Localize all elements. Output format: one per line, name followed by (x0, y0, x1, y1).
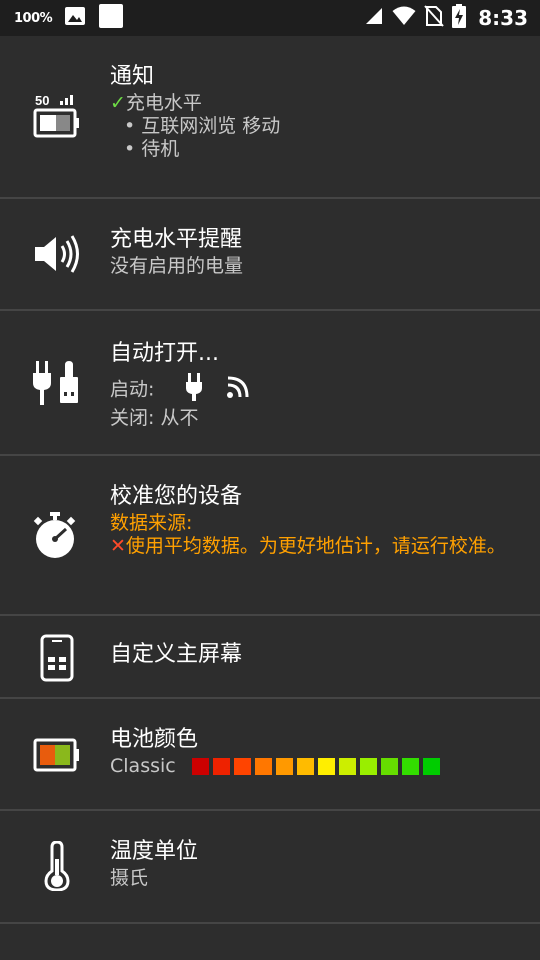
temperature-unit-title: 温度单位 (110, 839, 199, 864)
battery-signal-icon: 50 (32, 91, 82, 145)
battery-charging-icon (452, 4, 467, 32)
square-app-icon (98, 3, 124, 33)
color-swatch (191, 758, 209, 775)
setting-charge-reminder[interactable]: 充电水平提醒 没有启用的电量 (0, 199, 540, 311)
setting-temperature-unit[interactable]: 温度单位 摄氏 (0, 811, 540, 924)
auto-open-title: 自动打开... (110, 341, 219, 366)
home-screen-title: 自定义主屏幕 (110, 642, 243, 667)
clock-time: 8:33 (478, 6, 528, 30)
setting-auto-open[interactable]: 自动打开... 启动: 关闭: 从不 (0, 311, 540, 456)
setting-notification[interactable]: 50 通知 ✓充电水平 • 互联网浏览 移动 • 待机 (0, 36, 540, 199)
speaker-icon (32, 233, 82, 279)
charge-reminder-title: 充电水平提醒 (110, 227, 243, 252)
battery-color-scheme-name: Classic (110, 755, 176, 777)
bullet-text-1: 互联网浏览 移动 (141, 115, 281, 137)
notification-check-item: 充电水平 (125, 92, 202, 114)
color-swatch (254, 758, 272, 775)
color-swatch (380, 758, 398, 775)
charge-reminder-subtitle: 没有启用的电量 (110, 255, 244, 277)
color-swatch (212, 758, 230, 775)
bullet-text-2: 待机 (141, 138, 180, 160)
color-swatch (338, 758, 356, 775)
color-swatch (296, 758, 314, 775)
battery-color-title: 电池颜色 (110, 727, 199, 752)
auto-open-off-label: 关闭: 从不 (110, 407, 199, 429)
notification-bullet-2: • 待机 (124, 138, 180, 160)
signal-icon (364, 6, 384, 30)
setting-home-screen[interactable]: 自定义主屏幕 (0, 616, 540, 699)
notification-title: 通知 (110, 64, 155, 89)
notification-bullet-1: • 互联网浏览 移动 (124, 115, 281, 137)
color-swatch (422, 758, 440, 775)
color-swatch-strip (191, 758, 440, 775)
wifi-icon (392, 6, 416, 30)
check-mark-icon: ✓ (110, 92, 126, 114)
data-source-text: 使用平均数据。为更好地估计，请运行校准。 (125, 535, 506, 557)
setting-calibrate[interactable]: 校准您的设备 数据来源: ✕使用平均数据。为更好地估计，请运行校准。 (0, 456, 540, 616)
status-bar: 100% 8:33 (0, 0, 540, 36)
color-swatch (401, 758, 419, 775)
stopwatch-icon (32, 512, 78, 564)
auto-open-on-line: 启动: (110, 373, 520, 407)
phone-widget-icon (40, 634, 74, 686)
battery-color-icon (32, 737, 82, 777)
temperature-unit-value: 摄氏 (110, 867, 149, 889)
calibrate-title: 校准您的设备 (110, 484, 243, 509)
wireless-icon (226, 375, 250, 405)
no-sim-icon (424, 5, 444, 31)
auto-open-on-label: 启动: (110, 378, 155, 401)
notification-check-line: ✓充电水平 (110, 92, 520, 115)
color-swatch (317, 758, 335, 775)
color-swatch (359, 758, 377, 775)
setting-battery-color[interactable]: 电池颜色 Classic (0, 699, 540, 811)
cross-mark-icon: ✕ (110, 535, 126, 557)
battery-color-line: Classic (110, 755, 520, 778)
svg-text:50: 50 (35, 93, 49, 108)
data-source-label: 数据来源: (110, 512, 193, 534)
thermometer-icon (44, 840, 70, 895)
battery-percent-text: 100% (14, 10, 53, 26)
plug-usb-icon (32, 359, 82, 413)
image-icon (64, 6, 86, 30)
color-swatch (233, 758, 251, 775)
plug-icon (186, 373, 203, 407)
color-swatch (275, 758, 293, 775)
data-source-text-line: ✕使用平均数据。为更好地估计，请运行校准。 (110, 535, 520, 558)
